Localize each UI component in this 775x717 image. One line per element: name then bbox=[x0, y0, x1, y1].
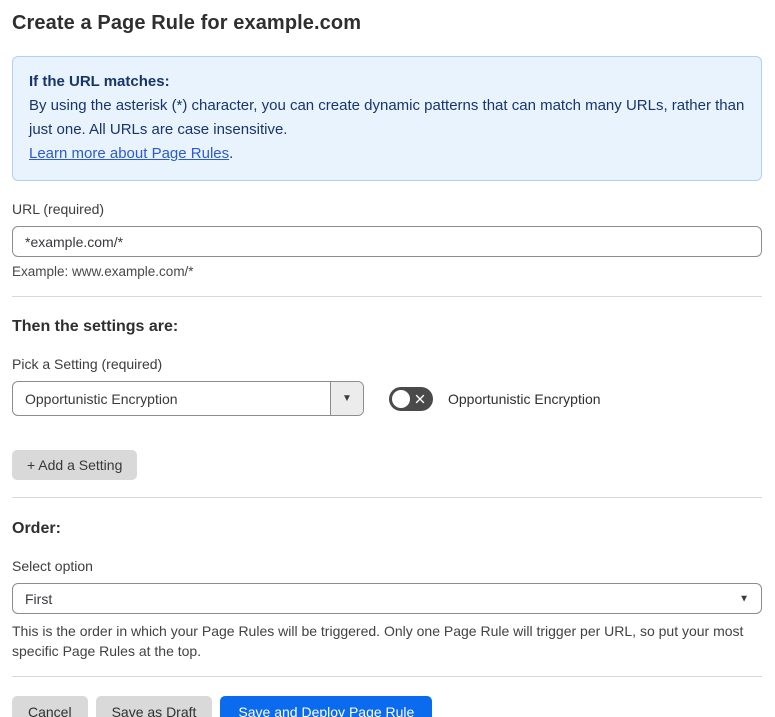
learn-more-link[interactable]: Learn more about Page Rules bbox=[29, 145, 229, 162]
caret-down-icon: ▼ bbox=[739, 593, 749, 604]
url-matches-info-box: If the URL matches: By using the asteris… bbox=[12, 56, 762, 181]
save-as-draft-button[interactable]: Save as Draft bbox=[95, 696, 213, 717]
order-select[interactable]: First ▼ bbox=[12, 583, 762, 614]
order-section-heading: Order: bbox=[12, 520, 61, 537]
order-select-value: First bbox=[25, 590, 53, 607]
pick-setting-label: Pick a Setting (required) bbox=[12, 356, 163, 372]
toggle-label: Opportunistic Encryption bbox=[448, 390, 601, 407]
toggle-off-x-icon bbox=[415, 394, 425, 403]
page-rule-form: Create a Page Rule for example.com If th… bbox=[0, 0, 775, 717]
order-helper-text: This is the order in which your Page Rul… bbox=[12, 623, 744, 659]
page-title: Create a Page Rule for example.com bbox=[12, 12, 362, 34]
toggle-knob bbox=[392, 389, 410, 408]
save-and-deploy-button[interactable]: Save and Deploy Page Rule bbox=[220, 696, 433, 717]
dropdown-arrow-button[interactable]: ▼ bbox=[330, 382, 363, 415]
url-example-helper: Example: www.example.com/* bbox=[12, 264, 194, 279]
divider bbox=[12, 676, 762, 677]
opportunistic-encryption-toggle[interactable] bbox=[389, 386, 433, 411]
info-box-link-line: Learn more about Page Rules. bbox=[29, 142, 745, 166]
settings-section-heading: Then the settings are: bbox=[12, 318, 179, 335]
cancel-button[interactable]: Cancel bbox=[12, 696, 88, 717]
info-box-heading: If the URL matches: bbox=[29, 73, 170, 90]
url-input[interactable] bbox=[12, 226, 762, 257]
chevron-down-icon: ▼ bbox=[342, 393, 352, 404]
url-field-label: URL (required) bbox=[12, 201, 105, 217]
setting-dropdown[interactable]: Opportunistic Encryption ▼ bbox=[12, 381, 364, 416]
info-box-body: By using the asterisk (*) character, you… bbox=[29, 97, 745, 138]
setting-dropdown-value: Opportunistic Encryption bbox=[25, 390, 178, 407]
divider bbox=[12, 497, 762, 498]
divider bbox=[12, 296, 762, 297]
link-suffix: . bbox=[229, 145, 234, 162]
setting-row: Opportunistic Encryption ▼ Opportunistic… bbox=[12, 381, 762, 416]
footer-buttons: Cancel Save as Draft Save and Deploy Pag… bbox=[12, 696, 762, 717]
order-select-label: Select option bbox=[12, 558, 93, 574]
add-setting-button[interactable]: + Add a Setting bbox=[12, 450, 138, 480]
